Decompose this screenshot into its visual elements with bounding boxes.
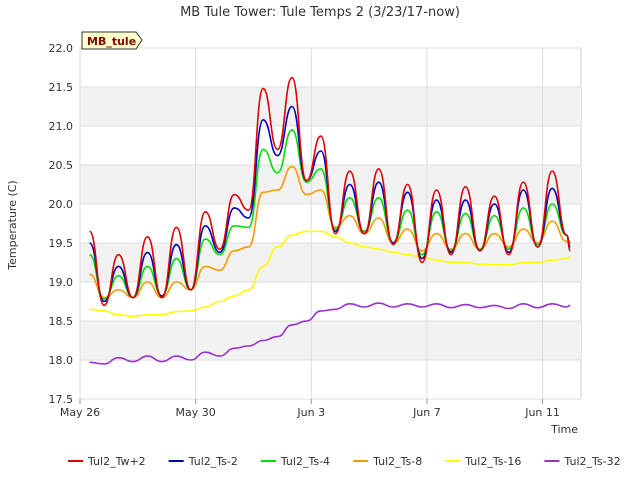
y-tick-label: 17.5 <box>49 393 74 406</box>
y-tick-label: 19.5 <box>49 237 74 250</box>
y-tick-label: 22.0 <box>49 42 74 55</box>
legend-label: Tul2_Ts-32 <box>563 455 620 468</box>
y-tick-label: 21.0 <box>49 120 74 133</box>
y-axis-label: Temperature (C) <box>6 180 19 270</box>
y-tick-label: 20.5 <box>49 159 74 172</box>
plot-band <box>80 87 581 126</box>
legend: Tul2_Tw+2 Tul2_Ts-2 Tul2_Ts-4 Tul2_Ts-8 Tul2… <box>68 455 621 468</box>
legend-label: Tul2_Tw+2 <box>87 455 146 468</box>
site-label: MB_tule <box>87 35 136 48</box>
legend-label: Tul2_Ts-2 <box>188 455 238 468</box>
x-axis-label: Time <box>550 423 578 436</box>
site-label-box: MB_tule <box>81 31 143 50</box>
x-tick-label: Jun 7 <box>412 406 441 419</box>
x-tick-label: Jun 11 <box>524 406 560 419</box>
y-axis: 17.5 18.0 18.5 19.0 19.5 20.0 20.5 21.0 21.5 22.0 <box>49 42 74 406</box>
legend-label: Tul2_Ts-16 <box>464 455 521 468</box>
legend-label: Tul2_Ts-4 <box>280 455 330 468</box>
chart-title: MB Tule Tower: Tule Temps 2 (3/23/17-now… <box>180 5 460 20</box>
plot-bands <box>79 47 582 400</box>
legend-label: Tul2_Ts-8 <box>372 455 422 468</box>
x-tick-label: May 30 <box>176 406 216 419</box>
plot-band <box>80 165 581 204</box>
y-tick-label: 18.0 <box>49 354 74 367</box>
y-tick-label: 18.5 <box>49 315 74 328</box>
y-tick-label: 19.0 <box>49 276 74 289</box>
chart: MB Tule Tower: Tule Temps 2 (3/23/17-now… <box>6 5 621 468</box>
plot-band <box>80 321 581 360</box>
x-tick-label: Jun 3 <box>296 406 325 419</box>
y-tick-label: 21.5 <box>49 81 74 94</box>
x-axis: May 26 May 30 Jun 3 Jun 7 Jun 11 <box>60 399 560 419</box>
x-tick-label: May 26 <box>60 406 100 419</box>
y-tick-label: 20.0 <box>49 198 74 211</box>
